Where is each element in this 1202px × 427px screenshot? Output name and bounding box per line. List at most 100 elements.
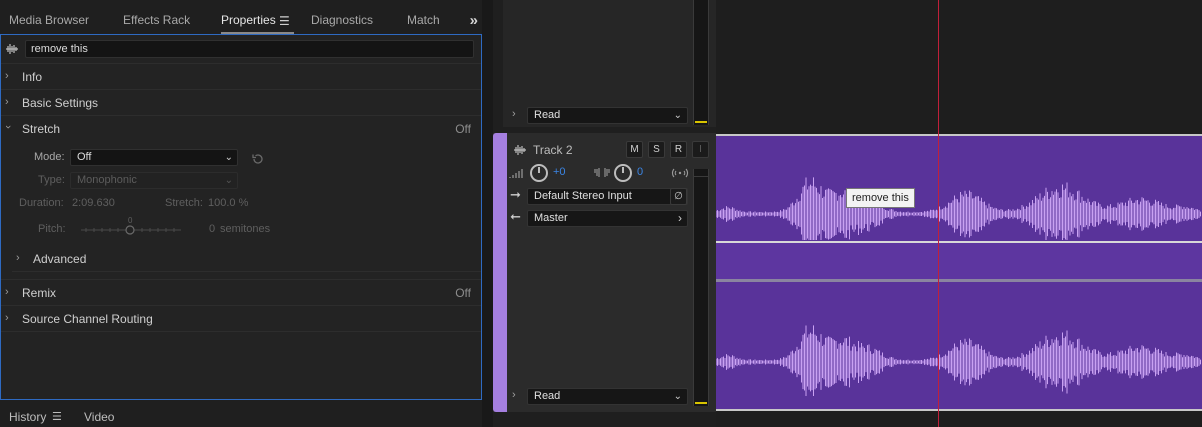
chevron-right-icon: › [5,96,9,108]
pan-icon [594,168,610,177]
bottom-tab-bar: History ☰ Video [0,407,482,427]
playhead[interactable] [938,0,939,427]
track-2-level-meter [693,169,709,406]
duration-label: Duration: [19,197,64,209]
pitch-slider[interactable] [81,223,181,237]
track-1-header: › Read ⌄ [503,0,716,127]
meter-peak [695,402,707,404]
input-arrow-icon: ➞ [510,187,521,202]
tab-match-loudness[interactable]: Match L [407,6,443,34]
track-output-value: Master [534,212,568,224]
type-value: Monophonic [77,174,137,186]
section-advanced-label: Advanced [33,252,87,266]
waveform-icon [514,145,526,155]
clip-waveform-right [716,325,1201,396]
track-2-name[interactable]: Track 2 [533,143,573,157]
section-remix[interactable]: › Remix Off [1,280,481,306]
stretch-label: Stretch: [165,197,203,209]
tab-effects-rack[interactable]: Effects Rack [123,6,190,34]
reset-icon[interactable] [251,152,265,166]
tab-video[interactable]: Video [84,410,114,424]
output-arrow-icon: ➞ [510,209,521,224]
meter-clip-indicator [694,169,708,177]
track-headers: › Read ⌄ Track 2 M S R I +0 0 ➞ Default … [493,0,716,427]
track-output-dropdown[interactable]: Master › [527,210,688,227]
chevron-right-icon[interactable]: › [512,389,516,401]
remix-state: Off [455,286,471,300]
history-menu-icon[interactable]: ☰ [52,410,62,423]
chevron-down-icon: ⌄ [224,152,233,163]
meter-peak [695,121,707,123]
track-1-level-meter [693,0,709,125]
chevron-right-icon: › [5,70,9,82]
tab-overflow-icon[interactable]: » [470,12,478,29]
chevron-right-icon: › [5,286,9,298]
pitch-unit: semitones [220,223,271,235]
audio-clip[interactable] [716,134,1202,411]
chevron-right-icon: › [678,211,682,225]
multitrack-timeline[interactable]: remove this [716,0,1202,427]
pan-knob[interactable] [614,164,632,182]
track-input-dropdown[interactable]: Default Stereo Input › [527,188,688,205]
track-1-automation-value: Read [534,109,561,121]
tab-history[interactable]: History [9,410,46,424]
track-1-automation-dropdown[interactable]: Read ⌄ [527,107,688,124]
type-label: Type: [38,174,65,186]
clip-waveform-left [716,177,1201,240]
section-info-label: Info [22,70,43,84]
type-dropdown: Monophonic ⌄ [70,172,238,189]
tab-diagnostics[interactable]: Diagnostics [311,6,373,34]
stereo-width-icon[interactable] [671,167,689,179]
volume-knob[interactable] [530,164,548,182]
track-2-header: Track 2 M S R I +0 0 ➞ Default Stereo In… [493,133,716,412]
tab-properties[interactable]: Properties [221,6,294,34]
properties-panel-group: Media Browser Effects Rack Properties ☰ … [0,0,482,427]
chevron-down-icon: › [1,125,14,129]
pitch-value: 0 [209,223,216,235]
volume-value[interactable]: +0 [553,166,566,178]
record-arm-button[interactable]: R [670,141,687,158]
input-monitor-button[interactable]: I [692,141,709,158]
panel-menu-icon[interactable]: ☰ [279,14,290,28]
search-input[interactable]: remove this [25,40,474,58]
stretch-value: 100.0 % [208,197,249,209]
stretch-state: Off [455,122,471,136]
section-advanced[interactable]: › Advanced [12,246,481,272]
channel-divider [716,241,1202,282]
panel-tab-bar: Media Browser Effects Rack Properties ☰ … [0,6,482,34]
properties-panel: remove this › Info › Basic Settings › St… [0,34,482,400]
section-stretch[interactable]: › Stretch Off [1,116,481,142]
section-basic-settings-label: Basic Settings [22,96,99,110]
tab-media-browser[interactable]: Media Browser [9,6,89,34]
track-input-value: Default Stereo Input [534,190,632,202]
mode-value: Off [77,151,92,163]
chevron-right-icon[interactable]: › [512,108,516,120]
track-2-automation-value: Read [534,390,561,402]
chevron-right-icon: › [5,312,9,324]
search-row: remove this [1,35,481,64]
phase-invert-button[interactable]: ∅ [670,188,687,205]
section-stretch-label: Stretch [22,122,61,136]
volume-icon [509,169,523,178]
pan-value[interactable]: 0 [637,166,643,178]
section-source-channel-routing-label: Source Channel Routing [22,312,153,326]
pitch-label: Pitch: [38,223,66,235]
chevron-down-icon: ⌄ [224,175,233,186]
section-remix-label: Remix [22,286,57,300]
track-2-automation-dropdown[interactable]: Read ⌄ [527,388,688,405]
chevron-down-icon: ⌄ [673,110,682,121]
panel-splitter[interactable] [482,0,493,427]
solo-button[interactable]: S [648,141,665,158]
section-info[interactable]: › Info [1,64,481,90]
section-basic-settings[interactable]: › Basic Settings [1,90,481,116]
track-color-strip [493,133,507,412]
mode-label: Mode: [34,151,65,163]
mode-dropdown[interactable]: Off ⌄ [70,149,238,166]
tooltip: remove this [846,188,915,208]
section-source-channel-routing[interactable]: › Source Channel Routing [1,306,481,332]
duration-value: 2:09.630 [72,197,115,209]
waveform-icon [6,44,18,54]
mute-button[interactable]: M [626,141,643,158]
chevron-down-icon: ⌄ [673,391,682,402]
chevron-right-icon: › [16,252,20,264]
